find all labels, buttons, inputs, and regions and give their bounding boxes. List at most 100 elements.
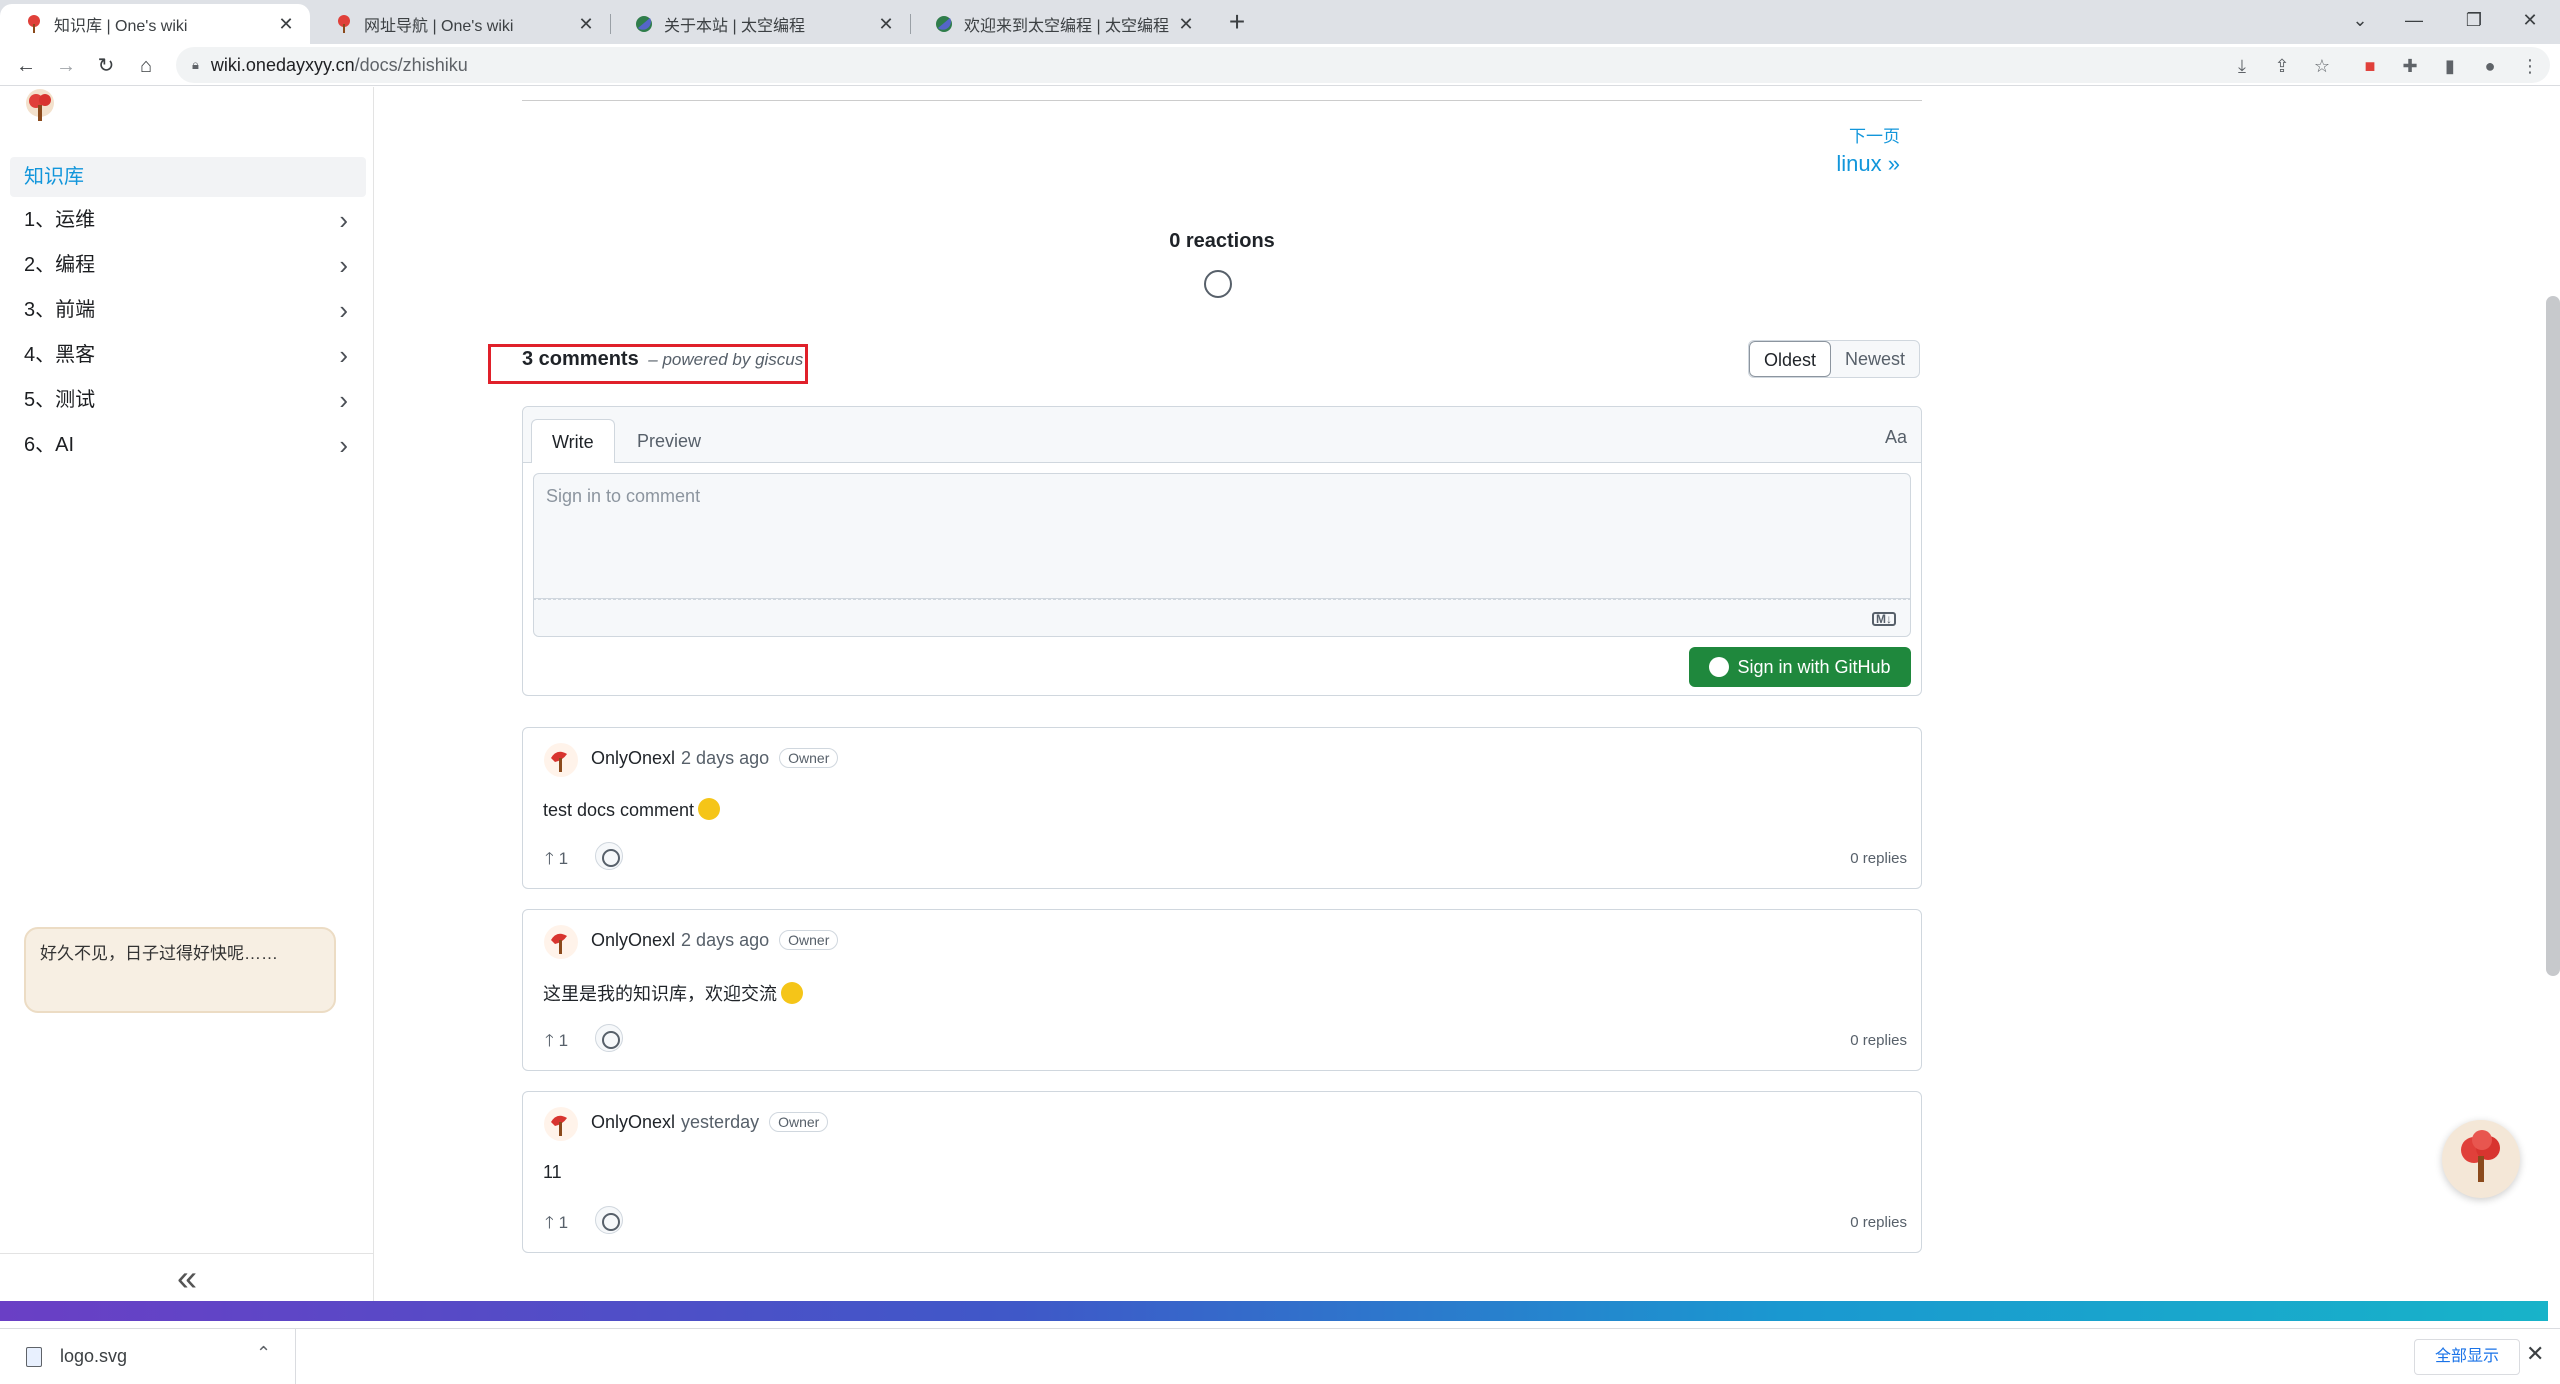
close-download-bar-icon[interactable]: ✕ bbox=[2526, 1341, 2544, 1367]
sidebar-item-ops[interactable]: 1、运维 › bbox=[10, 200, 366, 240]
download-bar: logo.svg ⌃ 全部显示 ✕ bbox=[0, 1328, 2560, 1384]
tab-welcome[interactable]: 欢迎来到太空编程 | 太空编程 ✕ bbox=[910, 4, 1210, 44]
tree-favicon-icon bbox=[28, 15, 40, 33]
add-reaction-smiley-icon[interactable] bbox=[595, 1024, 623, 1052]
comment-card: OnlyOnexl yesterday Owner 11 🡑 1 0 replies bbox=[522, 1091, 1922, 1253]
text-format-icon[interactable]: Aa bbox=[1885, 427, 1907, 448]
upvote-count: 1 bbox=[558, 1213, 569, 1232]
reactions-count: 0 reactions bbox=[1169, 230, 1275, 252]
url-host: wiki.onedayxyy.cn bbox=[210, 54, 355, 75]
docs-sidebar: 知识库 1、运维 › 2、编程 › 3、前端 › 4、黑客 › 5、测试 › 6… bbox=[0, 87, 374, 1301]
chevron-right-icon: › bbox=[339, 340, 348, 370]
add-reaction-smiley-icon[interactable] bbox=[1204, 270, 1232, 298]
reload-icon[interactable]: ↻ bbox=[92, 52, 120, 80]
tab-nav[interactable]: 网址导航 | One's wiki ✕ bbox=[310, 4, 610, 44]
sidebar-item-testing[interactable]: 5、测试 › bbox=[10, 380, 366, 420]
add-reaction-smiley-icon[interactable] bbox=[595, 1206, 623, 1234]
home-icon[interactable]: ⌂ bbox=[132, 52, 160, 80]
floating-tree-avatar[interactable] bbox=[2442, 1120, 2520, 1198]
powered-by-giscus[interactable]: – powered by giscus bbox=[648, 350, 803, 369]
comment-textarea[interactable]: Sign in to comment bbox=[533, 473, 1911, 599]
tab-preview[interactable]: Preview bbox=[617, 419, 721, 463]
sidebar-item-label: 6、AI bbox=[24, 434, 75, 456]
comment-time[interactable]: 2 days ago bbox=[681, 930, 769, 950]
chevron-right-icon: › bbox=[339, 205, 348, 235]
comment-text: test docs comment bbox=[543, 800, 695, 820]
sidebar-item-ai[interactable]: 6、AI › bbox=[10, 425, 366, 465]
sign-in-github-button[interactable]: Sign in with GitHub bbox=[1689, 647, 1911, 687]
menu-dots-icon[interactable]: ⋮ bbox=[2518, 54, 2542, 78]
chevron-right-icon: › bbox=[339, 385, 348, 415]
replies-count: 0 replies bbox=[1850, 1214, 1907, 1231]
minimize-icon[interactable]: — bbox=[2384, 0, 2444, 40]
add-reaction-smiley-icon[interactable] bbox=[595, 842, 623, 870]
content-divider bbox=[522, 100, 1922, 101]
collapse-sidebar-button[interactable]: « bbox=[0, 1253, 374, 1301]
back-arrow-icon[interactable]: ← bbox=[12, 52, 40, 80]
url-path: /docs/zhishiku bbox=[354, 54, 468, 75]
tab-close-icon[interactable]: ✕ bbox=[1176, 14, 1196, 35]
tab-title: 关于本站 | 太空编程 bbox=[664, 18, 806, 35]
owner-badge: Owner bbox=[779, 748, 839, 768]
upvote-button[interactable]: 🡑 1 bbox=[545, 1028, 568, 1057]
install-app-icon[interactable]: ⤓ bbox=[2230, 54, 2254, 78]
tab-search-icon[interactable]: ⌄ bbox=[2330, 0, 2390, 40]
comment-card: OnlyOnexl 2 days ago Owner test docs comme… bbox=[522, 727, 1922, 889]
author-name[interactable]: OnlyOnexl bbox=[591, 748, 675, 768]
show-all-button[interactable]: 全部显示 bbox=[2414, 1339, 2520, 1375]
upvote-button[interactable]: 🡑 1 bbox=[545, 1210, 568, 1239]
forward-arrow-icon[interactable]: → bbox=[52, 52, 80, 80]
next-page-link[interactable]: 下一页 linux » bbox=[1836, 122, 1900, 177]
extension-red-icon[interactable]: ■ bbox=[2358, 54, 2382, 78]
sidebar-item-hacker[interactable]: 4、黑客 › bbox=[10, 335, 366, 375]
restore-icon[interactable]: ❐ bbox=[2444, 0, 2504, 40]
profile-avatar-icon[interactable]: ● bbox=[2478, 54, 2502, 78]
chevron-up-icon[interactable]: ⌃ bbox=[256, 1343, 271, 1364]
chevron-right-icon: › bbox=[339, 295, 348, 325]
replies-count: 0 replies bbox=[1850, 1032, 1907, 1049]
download-file-name: logo.svg bbox=[60, 1346, 128, 1366]
address-bar[interactable]: 🔒︎ wiki.onedayxyy.cn /docs/zhishiku bbox=[176, 47, 2550, 83]
sort-oldest-button[interactable]: Oldest bbox=[1749, 341, 1832, 377]
author-name[interactable]: OnlyOnexl bbox=[591, 930, 675, 950]
tree-favicon-icon bbox=[338, 15, 350, 33]
file-icon bbox=[26, 1347, 42, 1367]
chevron-right-icon: › bbox=[339, 250, 348, 280]
sidebar-item-label: 2、编程 bbox=[24, 254, 96, 276]
replies-count: 0 replies bbox=[1850, 850, 1907, 867]
author-name[interactable]: OnlyOnexl bbox=[591, 1112, 675, 1132]
sidebar-item-programming[interactable]: 2、编程 › bbox=[10, 245, 366, 285]
tab-strip: 知识库 | One's wiki ✕ 网址导航 | One's wiki ✕ 关… bbox=[0, 0, 2560, 44]
comment-body: 11 bbox=[543, 1162, 562, 1183]
author-avatar[interactable] bbox=[543, 742, 579, 778]
author-avatar[interactable] bbox=[543, 1106, 579, 1142]
tab-zhishiku[interactable]: 知识库 | One's wiki ✕ bbox=[0, 4, 310, 44]
share-icon[interactable]: ⇪ bbox=[2270, 54, 2294, 78]
bookmark-star-icon[interactable]: ☆ bbox=[2310, 54, 2334, 78]
side-panel-icon[interactable]: ▮ bbox=[2438, 54, 2462, 78]
upvote-button[interactable]: 🡑 1 bbox=[545, 846, 568, 875]
author-avatar[interactable] bbox=[543, 924, 579, 960]
lock-icon: 🔒︎ bbox=[192, 57, 199, 72]
owner-badge: Owner bbox=[779, 930, 839, 950]
upvote-count: 1 bbox=[558, 849, 569, 868]
window-close-icon[interactable]: ✕ bbox=[2500, 0, 2560, 40]
extensions-puzzle-icon[interactable]: ✚ bbox=[2398, 54, 2422, 78]
sign-in-label: Sign in with GitHub bbox=[1737, 657, 1891, 677]
comment-time[interactable]: 2 days ago bbox=[681, 748, 769, 768]
tree-logo-icon[interactable] bbox=[18, 87, 62, 131]
tab-write[interactable]: Write bbox=[531, 419, 615, 463]
tab-close-icon[interactable]: ✕ bbox=[576, 14, 596, 35]
download-item[interactable]: logo.svg ⌃ bbox=[0, 1329, 296, 1384]
page-scrollbar[interactable] bbox=[2546, 296, 2560, 976]
sort-toggle: Oldest Newest bbox=[1748, 340, 1921, 378]
sidebar-item-frontend[interactable]: 3、前端 › bbox=[10, 290, 366, 330]
new-tab-button[interactable]: + bbox=[1220, 6, 1254, 40]
sidebar-item-zhishiku[interactable]: 知识库 bbox=[10, 157, 366, 197]
tab-close-icon[interactable]: ✕ bbox=[276, 14, 296, 35]
tab-close-icon[interactable]: ✕ bbox=[876, 14, 896, 35]
browser-toolbar: ← → ↻ ⌂ 🔒︎ wiki.onedayxyy.cn /docs/zhish… bbox=[0, 44, 2560, 86]
tab-about[interactable]: 关于本站 | 太空编程 ✕ bbox=[610, 4, 910, 44]
comment-time[interactable]: yesterday bbox=[681, 1112, 759, 1132]
sort-newest-button[interactable]: Newest bbox=[1831, 341, 1919, 377]
